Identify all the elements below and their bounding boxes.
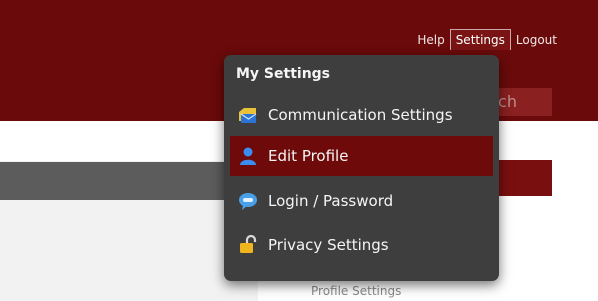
left-panel: [0, 121, 258, 301]
menu-item-privacy-settings[interactable]: Privacy Settings: [230, 225, 493, 265]
profile-settings-link[interactable]: Profile Settings: [311, 284, 401, 298]
menu-item-label: Communication Settings: [268, 106, 453, 124]
help-link[interactable]: Help: [412, 30, 449, 50]
menu-item-edit-profile[interactable]: Edit Profile: [230, 136, 493, 176]
menu-item-label: Privacy Settings: [268, 236, 389, 254]
dropdown-title: My Settings: [236, 66, 331, 82]
left-panel-top: [0, 121, 258, 161]
menu-item-communication-settings[interactable]: Communication Settings: [230, 95, 493, 135]
menu-item-label: Edit Profile: [268, 147, 349, 165]
logout-link[interactable]: Logout: [511, 30, 562, 50]
settings-dropdown-menu: My Settings Communication Settings Edit …: [224, 55, 499, 281]
settings-link[interactable]: Settings: [449, 29, 511, 50]
section-header-bar: [0, 162, 258, 200]
menu-item-label: Login / Password: [268, 192, 394, 210]
chat-login-icon: [238, 191, 258, 211]
envelope-folder-icon: [238, 105, 258, 125]
menu-item-login-password[interactable]: Login / Password: [230, 181, 493, 221]
lock-icon: [238, 234, 258, 255]
top-nav: Help Settings Logout: [412, 29, 562, 50]
user-icon: [238, 146, 258, 166]
